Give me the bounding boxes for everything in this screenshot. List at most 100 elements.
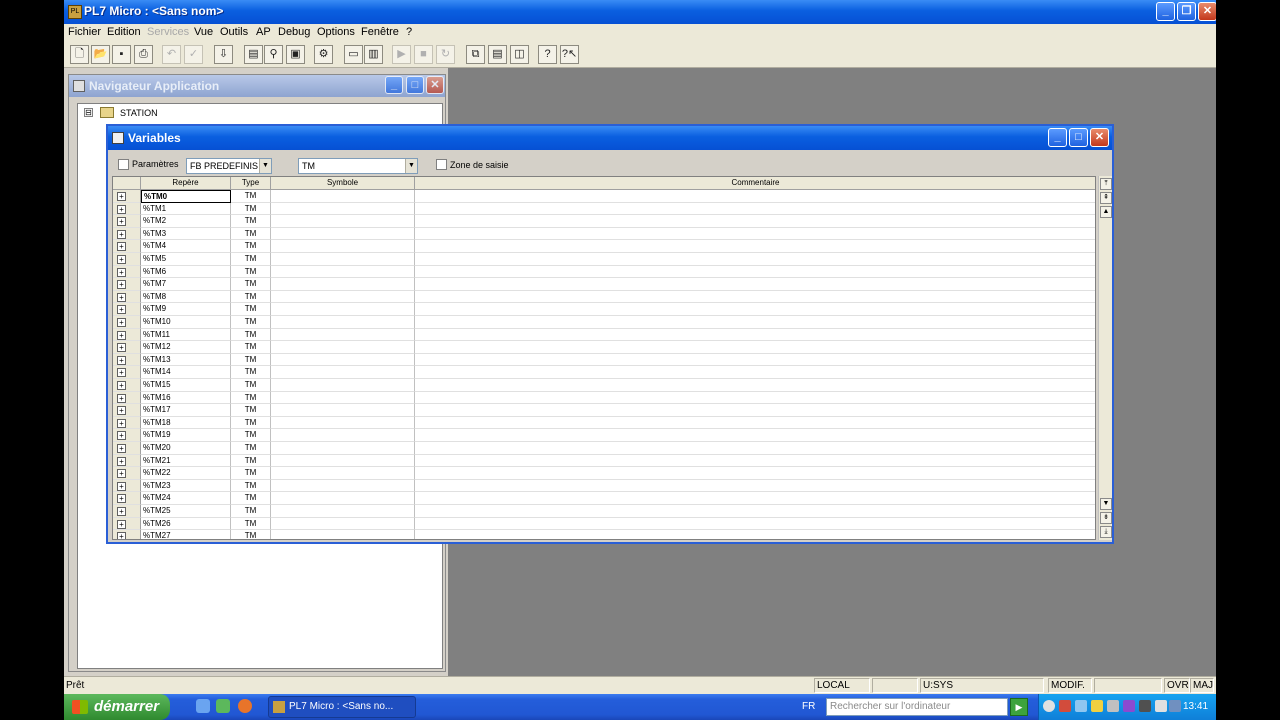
collapse-icon[interactable]: ⊟ [84, 108, 93, 117]
cell-type[interactable]: TM [231, 227, 271, 241]
row-expander[interactable]: + [113, 290, 141, 304]
row-expander[interactable]: + [113, 353, 141, 367]
cell-commentaire[interactable] [415, 530, 1095, 539]
cell-symbole[interactable] [271, 290, 415, 304]
table-row[interactable]: + %TM16 TM [113, 391, 1095, 405]
navigator-close-button[interactable]: ✕ [426, 76, 444, 94]
cell-commentaire[interactable] [415, 253, 1095, 266]
row-expander[interactable]: + [113, 391, 141, 405]
table-row[interactable]: + %TM22 TM [113, 467, 1095, 480]
scroll-page-down-icon[interactable]: ⇟ [1100, 512, 1112, 524]
table-row[interactable]: + %TM2 TM [113, 215, 1095, 228]
row-expander[interactable]: + [113, 215, 141, 228]
cell-commentaire[interactable] [415, 190, 1095, 203]
cell-commentaire[interactable] [415, 404, 1095, 417]
cell-symbole[interactable] [271, 492, 415, 505]
cell-repere[interactable]: %TM20 [141, 442, 231, 455]
row-expander[interactable]: + [113, 202, 141, 216]
cell-commentaire[interactable] [415, 392, 1095, 405]
cell-repere[interactable]: %TM18 [141, 416, 231, 430]
expand-icon[interactable]: + [117, 343, 126, 353]
cell-type[interactable]: TM [231, 416, 271, 430]
expand-icon[interactable]: + [117, 519, 126, 529]
menu-fenetre[interactable]: Fenêtre [361, 26, 399, 38]
tray-antivirus-icon[interactable] [1139, 700, 1151, 712]
cell-type[interactable]: TM [231, 454, 271, 468]
table-row[interactable]: + %TM7 TM [113, 278, 1095, 291]
row-expander[interactable]: + [113, 265, 141, 279]
start-button[interactable]: démarrer [64, 694, 170, 720]
variables-title-bar[interactable]: Variables _ □ ✕ [108, 126, 1112, 150]
menu-services[interactable]: Services [147, 26, 189, 38]
cell-commentaire[interactable] [415, 354, 1095, 367]
cell-commentaire[interactable] [415, 316, 1095, 329]
expand-icon[interactable]: + [117, 431, 126, 441]
menu-vue[interactable]: Vue [194, 26, 213, 38]
cell-type[interactable]: TM [231, 530, 271, 539]
cell-commentaire[interactable] [415, 329, 1095, 342]
navigator-maximize-button[interactable]: □ [406, 76, 424, 94]
table-row[interactable]: + %TM27 TM [113, 530, 1095, 539]
row-expander[interactable]: + [113, 479, 141, 493]
desktop-quicklaunch-icon[interactable] [216, 699, 230, 713]
cell-commentaire[interactable] [415, 480, 1095, 493]
expand-icon[interactable]: + [117, 469, 126, 479]
row-expander[interactable]: + [113, 429, 141, 442]
menu-fichier[interactable]: Fichier [68, 26, 101, 38]
expand-icon[interactable]: + [117, 229, 126, 239]
cell-type[interactable]: TM [231, 467, 271, 480]
variables-minimize-button[interactable]: _ [1048, 128, 1067, 147]
header-repere[interactable]: Repère [141, 177, 231, 190]
help-icon[interactable]: ? [538, 45, 557, 64]
scroll-bottom-icon[interactable]: ⤓ [1100, 526, 1112, 538]
cell-symbole[interactable] [271, 240, 415, 253]
cell-symbole[interactable] [271, 429, 415, 442]
table-row[interactable]: + %TM26 TM [113, 517, 1095, 531]
cell-repere[interactable]: %TM27 [141, 530, 231, 539]
cell-repere[interactable]: %TM17 [141, 404, 231, 417]
header-type[interactable]: Type [231, 177, 271, 190]
cell-commentaire[interactable] [415, 429, 1095, 442]
table-row[interactable]: + %TM0 TM [113, 190, 1095, 203]
cell-repere[interactable]: %TM23 [141, 479, 231, 493]
expand-icon[interactable]: + [117, 368, 126, 378]
expand-icon[interactable]: + [117, 406, 126, 416]
cell-type[interactable]: TM [231, 341, 271, 354]
cell-commentaire[interactable] [415, 303, 1095, 316]
tray-volume-icon[interactable] [1155, 700, 1167, 712]
cell-repere[interactable]: %TM10 [141, 316, 231, 329]
row-expander[interactable]: + [113, 404, 141, 417]
tray-display-icon[interactable] [1169, 700, 1181, 712]
run-icon[interactable]: ▶ [392, 45, 411, 64]
menu-ap[interactable]: AP [256, 26, 271, 38]
cell-symbole[interactable] [271, 278, 415, 291]
table-row[interactable]: + %TM11 TM [113, 328, 1095, 342]
taskbar-pl7-button[interactable]: PL7 Micro : <Sans no... [268, 696, 416, 718]
cell-commentaire[interactable] [415, 266, 1095, 279]
expand-icon[interactable]: + [117, 418, 126, 428]
cell-commentaire[interactable] [415, 366, 1095, 379]
cell-commentaire[interactable] [415, 505, 1095, 518]
cell-repere[interactable]: %TM13 [141, 353, 231, 367]
cell-symbole[interactable] [271, 467, 415, 480]
cell-type[interactable]: TM [231, 353, 271, 367]
tray-security-icon[interactable] [1059, 700, 1071, 712]
menu-outils[interactable]: Outils [220, 26, 248, 38]
variables-maximize-button[interactable]: □ [1069, 128, 1088, 147]
expand-icon[interactable]: + [117, 242, 126, 252]
expand-icon[interactable]: + [117, 507, 126, 516]
cell-symbole[interactable] [271, 190, 415, 203]
cell-repere[interactable]: %TM2 [141, 215, 231, 228]
cell-repere[interactable]: %TM19 [141, 429, 231, 442]
scroll-page-up-icon[interactable]: ⇞ [1100, 192, 1112, 204]
tile-horizontal-icon[interactable]: ▤ [488, 45, 507, 64]
cell-type[interactable]: TM [231, 202, 271, 216]
cell-repere[interactable]: %TM24 [141, 492, 231, 505]
expand-icon[interactable]: + [117, 355, 126, 365]
menu-options[interactable]: Options [317, 26, 355, 38]
cell-symbole[interactable] [271, 316, 415, 329]
transfer-icon[interactable]: ⇩ [214, 45, 233, 64]
cell-commentaire[interactable] [415, 203, 1095, 216]
menu-debug[interactable]: Debug [278, 26, 310, 38]
cell-type[interactable]: TM [231, 442, 271, 455]
